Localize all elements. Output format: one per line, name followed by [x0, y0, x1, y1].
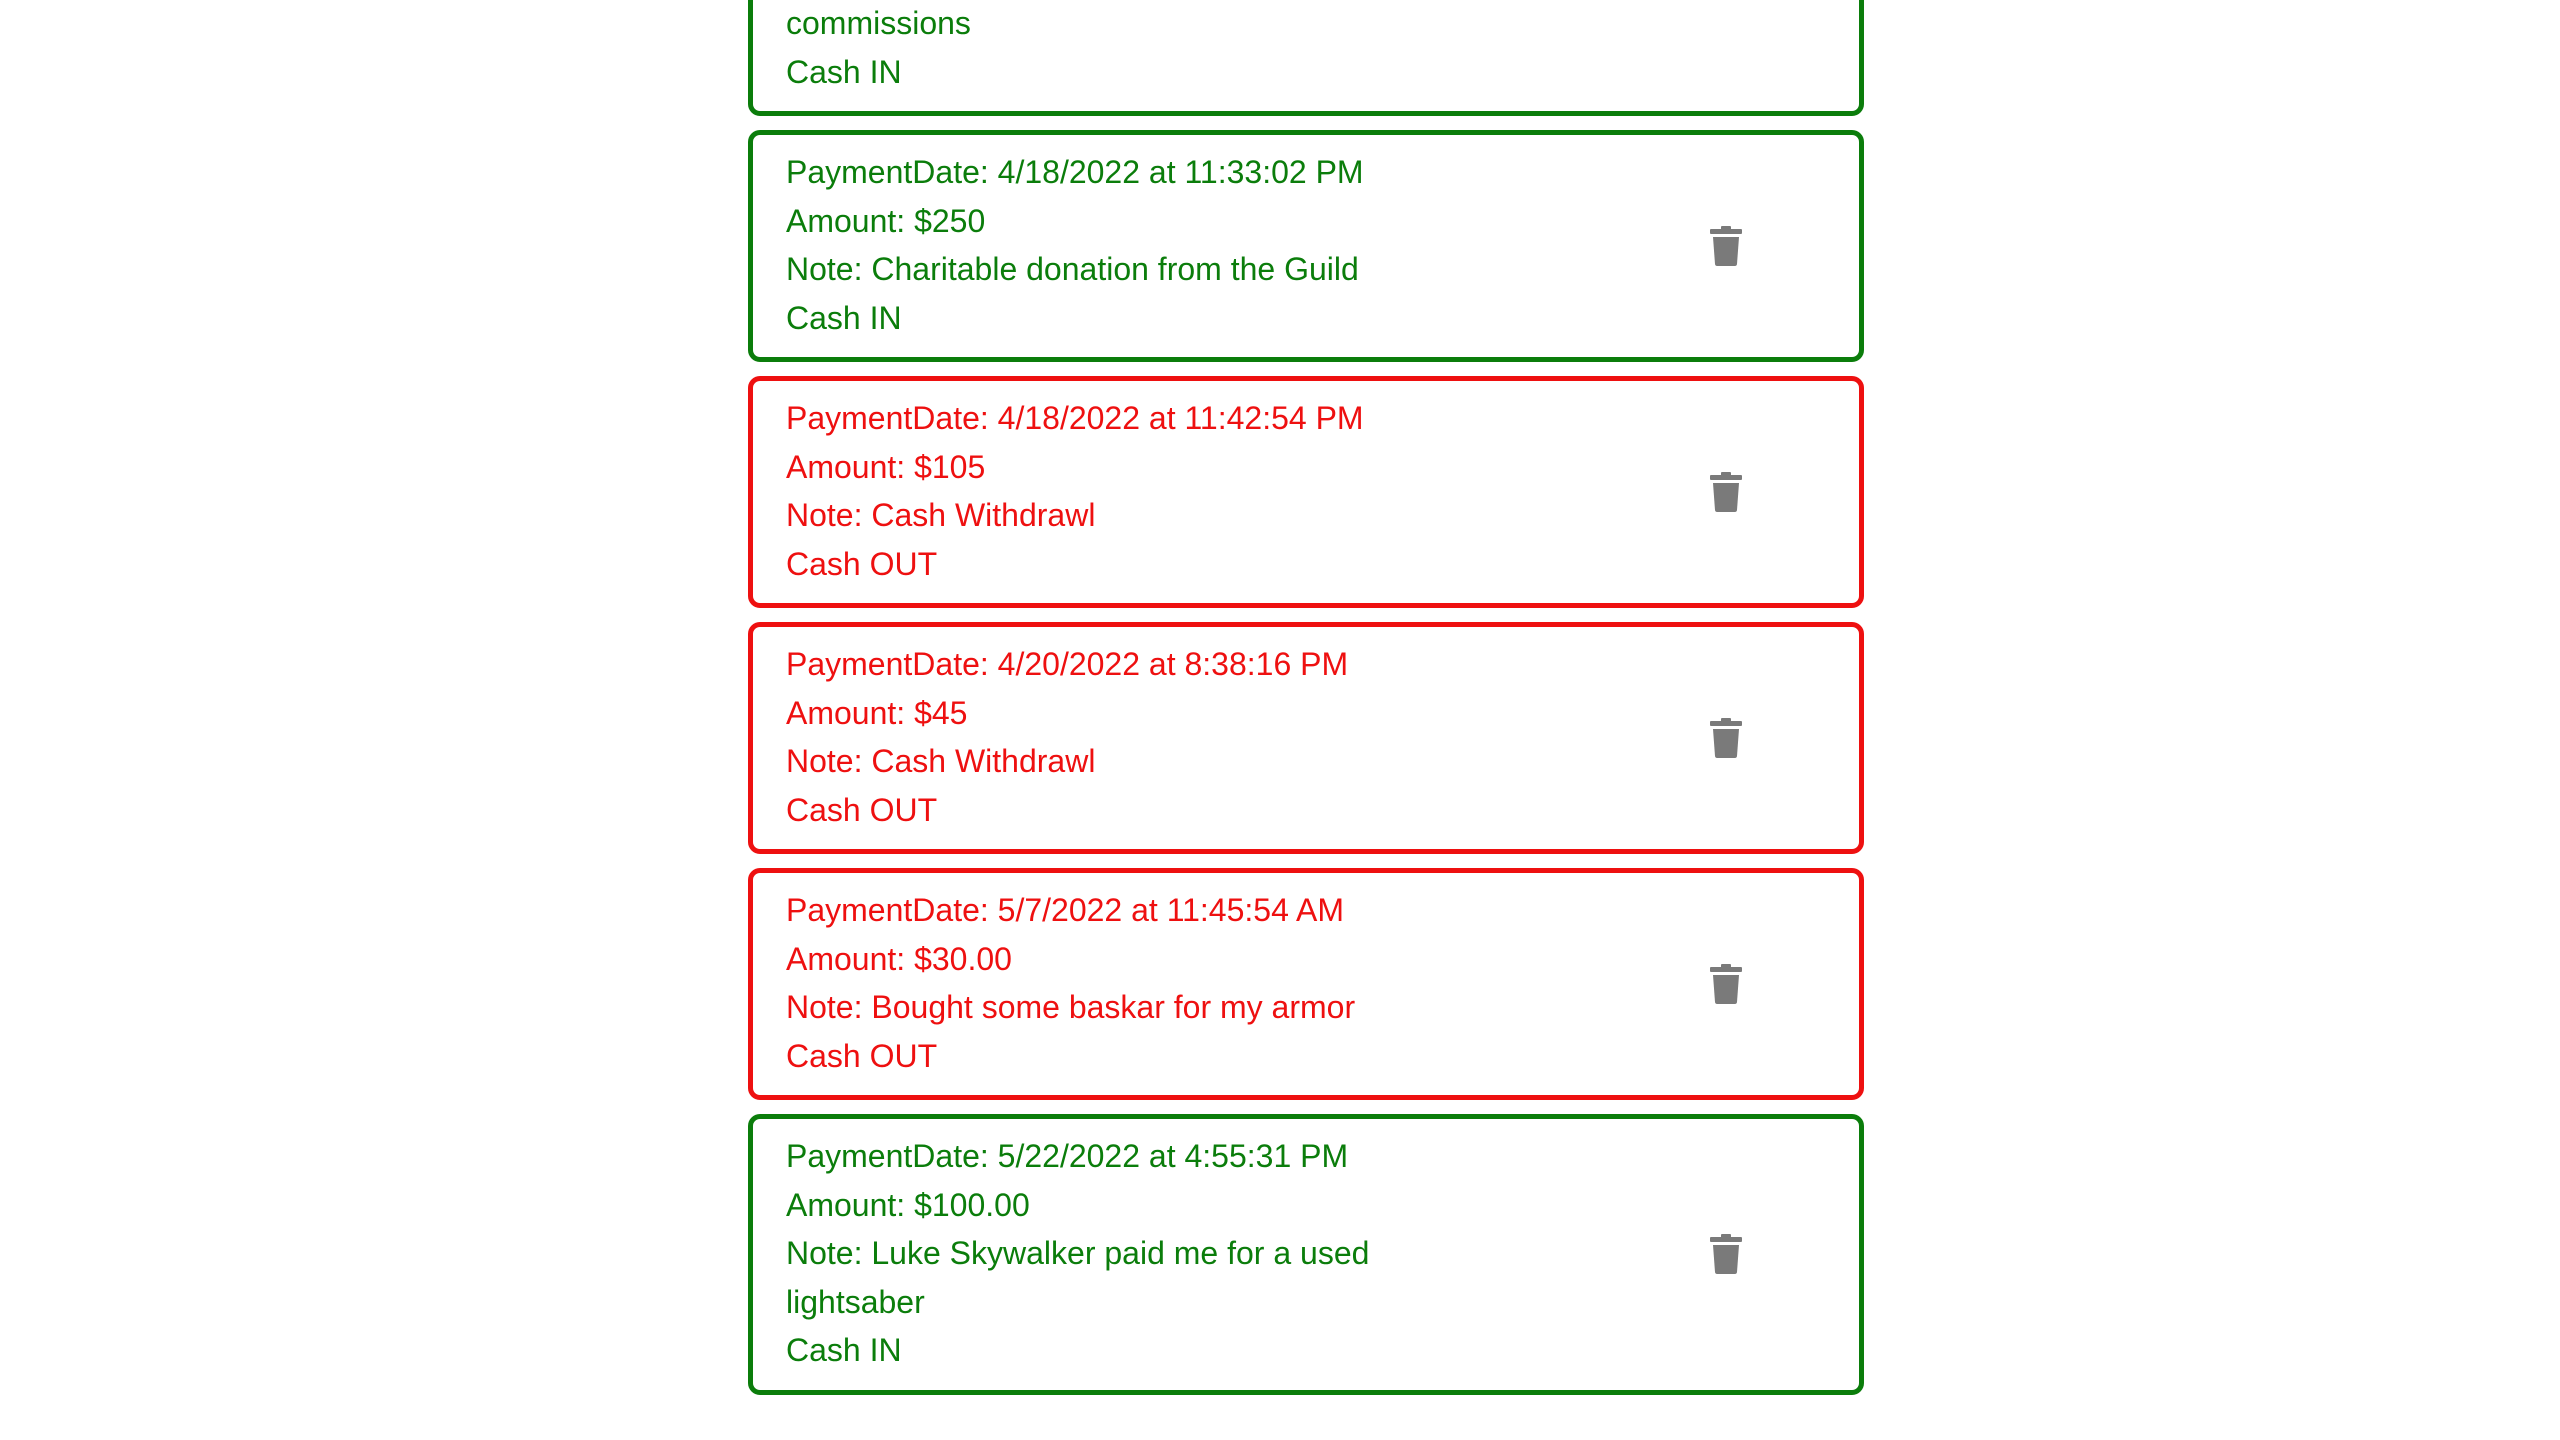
payment-card: PaymentDate: 5/7/2022 at 11:45:54 AM Amo…: [748, 868, 1864, 1100]
trash-icon[interactable]: [1710, 472, 1742, 512]
payment-details: commissions Cash IN: [786, 0, 1426, 96]
trash-icon[interactable]: [1710, 1234, 1742, 1275]
payment-direction: Cash OUT: [786, 791, 938, 828]
payment-card: commissions Cash IN: [748, 0, 1864, 116]
payment-amount: Amount: $105: [786, 448, 986, 485]
payment-direction: Cash IN: [786, 53, 902, 90]
payment-details: PaymentDate: 4/18/2022 at 11:42:54 PM Am…: [786, 394, 1426, 588]
payment-details: PaymentDate: 5/7/2022 at 11:45:54 AM Amo…: [786, 886, 1426, 1080]
payment-amount: Amount: $100.00: [786, 1186, 1030, 1223]
payment-date: PaymentDate: 4/18/2022 at 11:33:02 PM: [786, 154, 1364, 190]
payment-details: PaymentDate: 4/20/2022 at 8:38:16 PM Amo…: [786, 640, 1426, 834]
payment-date: PaymentDate: 5/7/2022 at 11:45:54 AM: [786, 892, 1344, 928]
payment-details: PaymentDate: 5/22/2022 at 4:55:31 PM Amo…: [786, 1132, 1426, 1375]
trash-icon[interactable]: [1710, 226, 1742, 266]
payment-note: Note: Luke Skywalker paid me for a used …: [786, 1235, 1370, 1320]
payment-date: PaymentDate: 5/22/2022 at 4:55:31 PM: [786, 1138, 1349, 1174]
payment-direction: Cash IN: [786, 299, 902, 336]
payment-card: PaymentDate: 4/18/2022 at 11:42:54 PM Am…: [748, 376, 1864, 608]
payment-amount: Amount: $250: [786, 202, 986, 239]
payment-date: PaymentDate: 4/20/2022 at 8:38:16 PM: [786, 646, 1349, 682]
payment-note: Note: Charitable donation from the Guild: [786, 251, 1359, 287]
payment-note: Note: Bought some baskar for my armor: [786, 989, 1356, 1025]
payment-amount: Amount: $30.00: [786, 940, 1012, 977]
payment-card: PaymentDate: 5/22/2022 at 4:55:31 PM Amo…: [748, 1114, 1864, 1395]
payment-note: Note: Cash Withdrawl: [786, 497, 1096, 533]
payment-direction: Cash OUT: [786, 545, 938, 582]
payment-direction: Cash IN: [786, 1332, 902, 1368]
trash-icon[interactable]: [1710, 718, 1742, 758]
payment-note: commissions: [786, 5, 971, 41]
payment-card: PaymentDate: 4/20/2022 at 8:38:16 PM Amo…: [748, 622, 1864, 854]
payment-list: commissions Cash IN PaymentDate: 4/18/20…: [748, 0, 1864, 1409]
trash-icon[interactable]: [1710, 964, 1742, 1004]
payment-date: PaymentDate: 4/18/2022 at 11:42:54 PM: [786, 400, 1364, 436]
payment-details: PaymentDate: 4/18/2022 at 11:33:02 PM Am…: [786, 148, 1426, 342]
payment-amount: Amount: $45: [786, 694, 968, 731]
payment-note: Note: Cash Withdrawl: [786, 743, 1096, 779]
payment-card: PaymentDate: 4/18/2022 at 11:33:02 PM Am…: [748, 130, 1864, 362]
payment-direction: Cash OUT: [786, 1037, 938, 1074]
